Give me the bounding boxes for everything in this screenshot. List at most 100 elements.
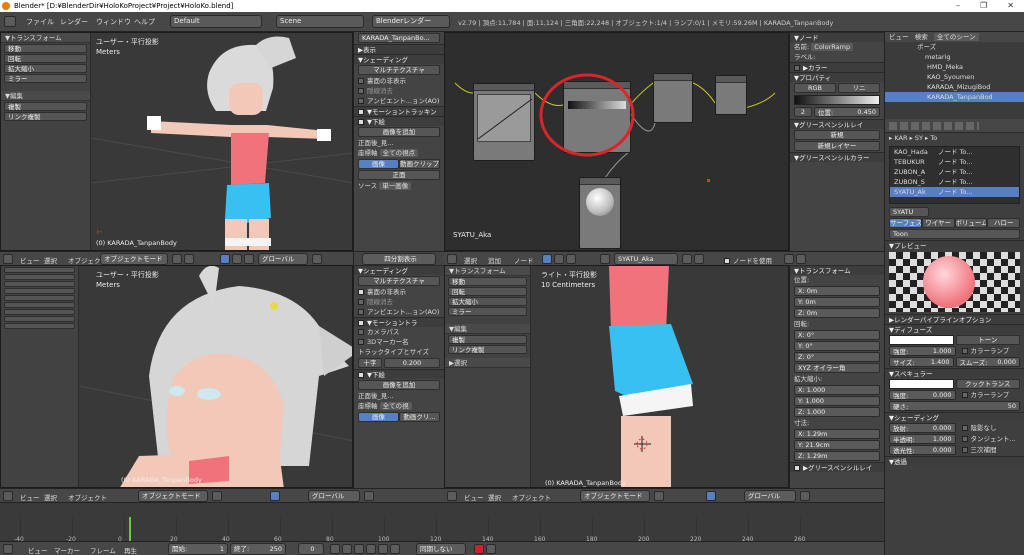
next-key-icon[interactable] bbox=[378, 544, 388, 554]
material-icon[interactable] bbox=[600, 254, 610, 264]
hidden-wire-option[interactable]: 隠線消去 bbox=[354, 297, 444, 307]
end-frame-field[interactable]: 終了: 250 bbox=[230, 543, 286, 555]
location-z-field[interactable]: Z: 0m bbox=[794, 308, 880, 318]
background-item[interactable]: 正面後_見... bbox=[354, 391, 444, 401]
duplicate-button[interactable]: 複製 bbox=[4, 102, 87, 111]
layers-icon[interactable] bbox=[364, 491, 374, 501]
add-image-button[interactable]: 画像を追加 bbox=[358, 127, 440, 137]
prev-key-icon[interactable] bbox=[342, 544, 352, 554]
edit-panel-header[interactable]: ▼編集 bbox=[1, 91, 90, 101]
texture-nodes-icon[interactable] bbox=[554, 254, 564, 264]
transform-panel-header[interactable]: ▼トランスフォーム bbox=[1, 33, 90, 43]
shading-section[interactable]: ▼シェーディング bbox=[885, 412, 1024, 422]
grease-color-section[interactable]: ▼グリースペンシルカラー bbox=[790, 152, 884, 162]
layout-select[interactable]: Default bbox=[170, 15, 262, 28]
slot-row[interactable]: TEBUKUR ノード To... bbox=[890, 157, 1019, 167]
cubic-option[interactable]: 三次補間 bbox=[958, 445, 1021, 455]
outliner-item[interactable]: HMD_Meka bbox=[885, 62, 1024, 72]
editor-type-icon[interactable] bbox=[447, 254, 457, 264]
shading-mode-select[interactable]: マルチテクスチャ bbox=[358, 65, 440, 75]
background-images-section[interactable]: ▼下絵 bbox=[354, 116, 444, 126]
editor-type-icon[interactable] bbox=[4, 16, 16, 27]
menu-file[interactable]: ファイル bbox=[26, 17, 54, 27]
new-grease-button[interactable]: 新規 bbox=[794, 130, 880, 140]
jump-end-icon[interactable] bbox=[390, 544, 400, 554]
orientation-select[interactable]: グローバル bbox=[744, 490, 796, 502]
tab-surface[interactable]: サーフェス bbox=[889, 218, 922, 228]
transform-section[interactable]: ▼トランスフォーム bbox=[790, 265, 884, 275]
editor-type-icon[interactable] bbox=[447, 491, 457, 501]
editor-type-icon[interactable] bbox=[3, 544, 13, 554]
background-item[interactable]: 正面後_見... bbox=[354, 138, 444, 148]
marker-names-option[interactable]: 3Dマーカー名 bbox=[354, 337, 444, 347]
menu-frame[interactable]: フレーム bbox=[90, 545, 116, 555]
colorramp-option[interactable]: カラーランプ bbox=[958, 346, 1021, 356]
ambient-occlusion-option[interactable]: アンビエント...ョン(AO) bbox=[354, 96, 444, 106]
rotation-y-field[interactable]: Y: 0° bbox=[794, 341, 880, 351]
hardness-field[interactable]: 硬さ: 50 bbox=[889, 401, 1020, 411]
translate-icon[interactable] bbox=[232, 254, 242, 264]
linked-duplicate-button[interactable]: リンク複製 bbox=[448, 345, 527, 354]
toon-smooth-field[interactable]: スムーズ: 0.000 bbox=[955, 357, 1020, 367]
mode-select[interactable]: オブジェクトモード bbox=[138, 490, 208, 502]
compositing-nodes-icon[interactable] bbox=[566, 254, 576, 264]
tab-halo[interactable]: ハロー bbox=[987, 218, 1020, 228]
close-button[interactable]: ✕ bbox=[1007, 0, 1014, 12]
menu-render[interactable]: レンダー bbox=[60, 17, 88, 27]
record-icon[interactable] bbox=[474, 544, 484, 554]
outliner-item-selected[interactable]: KARADA_TanpanBod bbox=[885, 92, 1024, 102]
menu-window[interactable]: ウィンドウ bbox=[96, 17, 131, 27]
sync-mode-select[interactable]: 同期しない bbox=[416, 543, 466, 555]
tab-image[interactable]: 画像 bbox=[358, 159, 399, 169]
node-section[interactable]: ▼ノード bbox=[790, 32, 884, 42]
motion-tracking-section[interactable]: ▼モーショントラ bbox=[354, 317, 444, 327]
specular-section[interactable]: ▼スペキュラー bbox=[885, 368, 1024, 378]
scene-select[interactable]: Scene bbox=[276, 15, 364, 28]
viewport-top-left[interactable]: ▼トランスフォーム 移動 回転 拡大縮小 ミラー ▼編集 複製 リンク複製 ユー… bbox=[0, 32, 353, 251]
duplicate-button[interactable]: 複製 bbox=[448, 335, 527, 344]
specular-shader-select[interactable]: クックトランス bbox=[955, 379, 1020, 389]
menu-view[interactable]: ビュー bbox=[20, 492, 40, 502]
color-mode-select[interactable]: RGB bbox=[794, 83, 836, 93]
manipulator-icon[interactable] bbox=[706, 491, 716, 501]
shelf-button[interactable] bbox=[4, 316, 75, 322]
quad-view-toggle[interactable]: 四分割表示 bbox=[362, 253, 436, 265]
motion-tracking-section[interactable]: ▼モーショントラッキン bbox=[354, 106, 444, 116]
editor-type-icon[interactable] bbox=[3, 254, 13, 264]
outliner-search-menu[interactable]: 検索 bbox=[915, 33, 928, 41]
slot-row[interactable]: ZUBON_A ノード To... bbox=[890, 167, 1019, 177]
tab-wire[interactable]: ワイヤー bbox=[921, 218, 955, 228]
interpolation-select[interactable]: リニ bbox=[838, 83, 880, 93]
new-material-icon[interactable] bbox=[694, 254, 704, 264]
location-x-field[interactable]: X: 0m bbox=[794, 286, 880, 296]
playhead[interactable] bbox=[129, 517, 131, 541]
mirror-button[interactable]: ミラー bbox=[448, 307, 527, 316]
ambient-occlusion-option[interactable]: アンビエント...ョン(AO) bbox=[354, 307, 444, 317]
linked-duplicate-button[interactable]: リンク複製 bbox=[4, 112, 87, 121]
tab-movie-clip[interactable]: 動画クリ... bbox=[399, 412, 440, 422]
material-preview-node[interactable] bbox=[579, 177, 621, 249]
rotation-x-field[interactable]: X: 0° bbox=[794, 330, 880, 340]
ambient-field[interactable]: 透光性: 0.000 bbox=[889, 445, 956, 455]
outliner-item[interactable]: metarig bbox=[885, 52, 1024, 62]
mirror-button[interactable]: ミラー bbox=[4, 74, 87, 83]
dimension-z-field[interactable]: Z: 1.29m bbox=[794, 451, 880, 461]
outliner-scene-select[interactable]: 全てのシーン bbox=[933, 33, 979, 41]
diffuse-shader-select[interactable]: トーン bbox=[955, 335, 1020, 345]
tab-movie-clip[interactable]: 動画クリップ bbox=[399, 159, 440, 169]
tab-image[interactable]: 画像 bbox=[358, 412, 399, 422]
shelf-button[interactable] bbox=[4, 288, 75, 294]
menu-view[interactable]: ビュー bbox=[464, 492, 484, 502]
display-section[interactable]: ▶表示 bbox=[354, 44, 444, 54]
start-frame-field[interactable]: 開始: 1 bbox=[168, 543, 228, 555]
menu-object[interactable]: オブジェクト bbox=[512, 492, 551, 502]
manipulator-icon[interactable] bbox=[270, 491, 280, 501]
tangent-option[interactable]: タンジェント... bbox=[958, 434, 1021, 444]
scale-y-field[interactable]: Y: 1.000 bbox=[794, 396, 880, 406]
scale-button[interactable]: 拡大縮小 bbox=[448, 297, 527, 306]
menu-marker[interactable]: マーカー bbox=[54, 545, 80, 555]
background-images-section[interactable]: ▼下絵 bbox=[354, 369, 444, 379]
tab-volume[interactable]: ボリューム bbox=[954, 218, 988, 228]
shading-section[interactable]: ▼シェーディング bbox=[354, 54, 444, 64]
move-button[interactable]: 移動 bbox=[4, 44, 87, 53]
